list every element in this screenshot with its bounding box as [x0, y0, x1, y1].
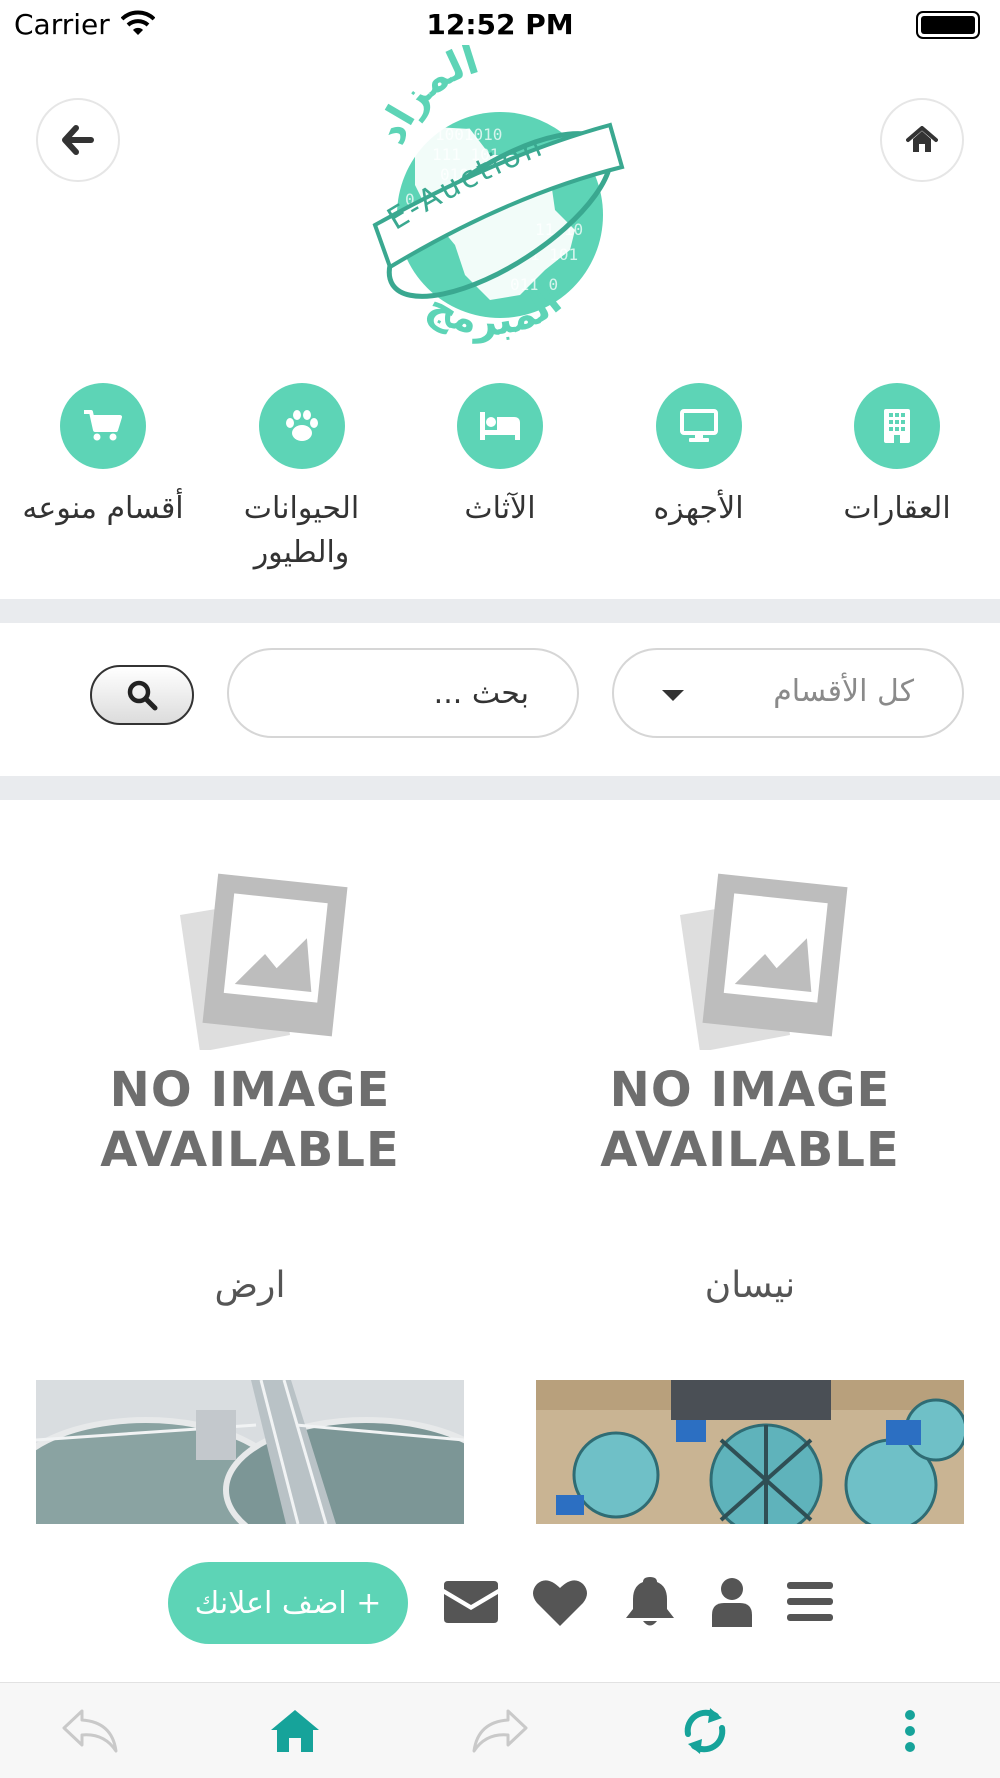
- listing-card[interactable]: NO IMAGE AVAILABLE ارض: [35, 860, 465, 1340]
- category-select-value: كل الأقسام: [773, 674, 914, 709]
- category-real-estate[interactable]: العقارات: [814, 383, 980, 583]
- section-divider: [0, 776, 1000, 800]
- bed-icon: [457, 383, 543, 469]
- category-animals[interactable]: الحيوانات والطيور: [219, 383, 385, 583]
- home-icon[interactable]: [263, 1703, 327, 1759]
- listing-title: ارض: [214, 1265, 286, 1306]
- category-devices[interactable]: الأجهزه: [616, 383, 782, 583]
- refresh-icon[interactable]: [673, 1703, 737, 1759]
- listing-card[interactable]: NO IMAGE AVAILABLE نيسان: [535, 860, 965, 1340]
- cart-icon: [60, 383, 146, 469]
- envelope-icon[interactable]: [443, 1572, 499, 1632]
- chevron-down-icon: [662, 690, 684, 701]
- arrow-left-icon: [62, 125, 94, 155]
- search-input[interactable]: [227, 648, 579, 738]
- water-treatment-aerial-photo[interactable]: [536, 1380, 964, 1524]
- listing-title: نيسان: [704, 1265, 796, 1306]
- category-furniture[interactable]: الآثاث: [417, 383, 583, 583]
- add-ad-button[interactable]: + اضف اعلانك: [168, 1562, 408, 1644]
- no-image-placeholder: NO IMAGE AVAILABLE: [100, 860, 400, 1200]
- section-divider: [0, 599, 1000, 623]
- category-label: أقسام منوعه: [22, 491, 184, 526]
- paw-icon: [258, 383, 345, 469]
- user-icon[interactable]: [710, 1572, 754, 1632]
- status-time: 12:52 PM: [426, 8, 574, 41]
- back-button[interactable]: [36, 98, 120, 182]
- home-button[interactable]: [880, 98, 964, 182]
- more-icon[interactable]: [878, 1703, 942, 1759]
- category-label: الأجهزه: [653, 491, 744, 526]
- category-label: العقارات: [843, 491, 951, 526]
- no-image-placeholder: NO IMAGE AVAILABLE: [600, 860, 900, 1200]
- category-misc[interactable]: أقسام منوعه: [20, 383, 186, 583]
- search-button[interactable]: [90, 665, 194, 725]
- back-arrow-icon[interactable]: [58, 1703, 122, 1759]
- home-icon: [906, 126, 938, 152]
- category-row: العقارات الأجهزه الآثاث الحيوانات والطيو…: [0, 383, 1000, 583]
- bell-icon[interactable]: [623, 1572, 677, 1632]
- category-label: الآثاث: [464, 491, 536, 526]
- forward-arrow-icon[interactable]: [468, 1703, 532, 1759]
- browser-toolbar: [0, 1682, 1000, 1778]
- menu-icon[interactable]: [785, 1572, 835, 1632]
- category-label: الحيوانات والطيور: [243, 491, 360, 570]
- search-icon: [127, 680, 158, 711]
- building-icon: [854, 383, 940, 469]
- no-image-text: NO IMAGE AVAILABLE: [600, 1062, 900, 1178]
- heart-icon[interactable]: [532, 1572, 588, 1632]
- e-auction-logo: المزاد 1001010 111 101 010110 0 1 1 11 1…: [360, 37, 640, 365]
- status-bar: Carrier 12:52 PM: [0, 0, 1000, 50]
- category-select[interactable]: كل الأقسام: [612, 648, 964, 738]
- no-image-text: NO IMAGE AVAILABLE: [100, 1062, 400, 1178]
- monitor-icon: [655, 383, 742, 469]
- battery-icon: [916, 11, 980, 39]
- water-treatment-tank-photo[interactable]: [36, 1380, 464, 1524]
